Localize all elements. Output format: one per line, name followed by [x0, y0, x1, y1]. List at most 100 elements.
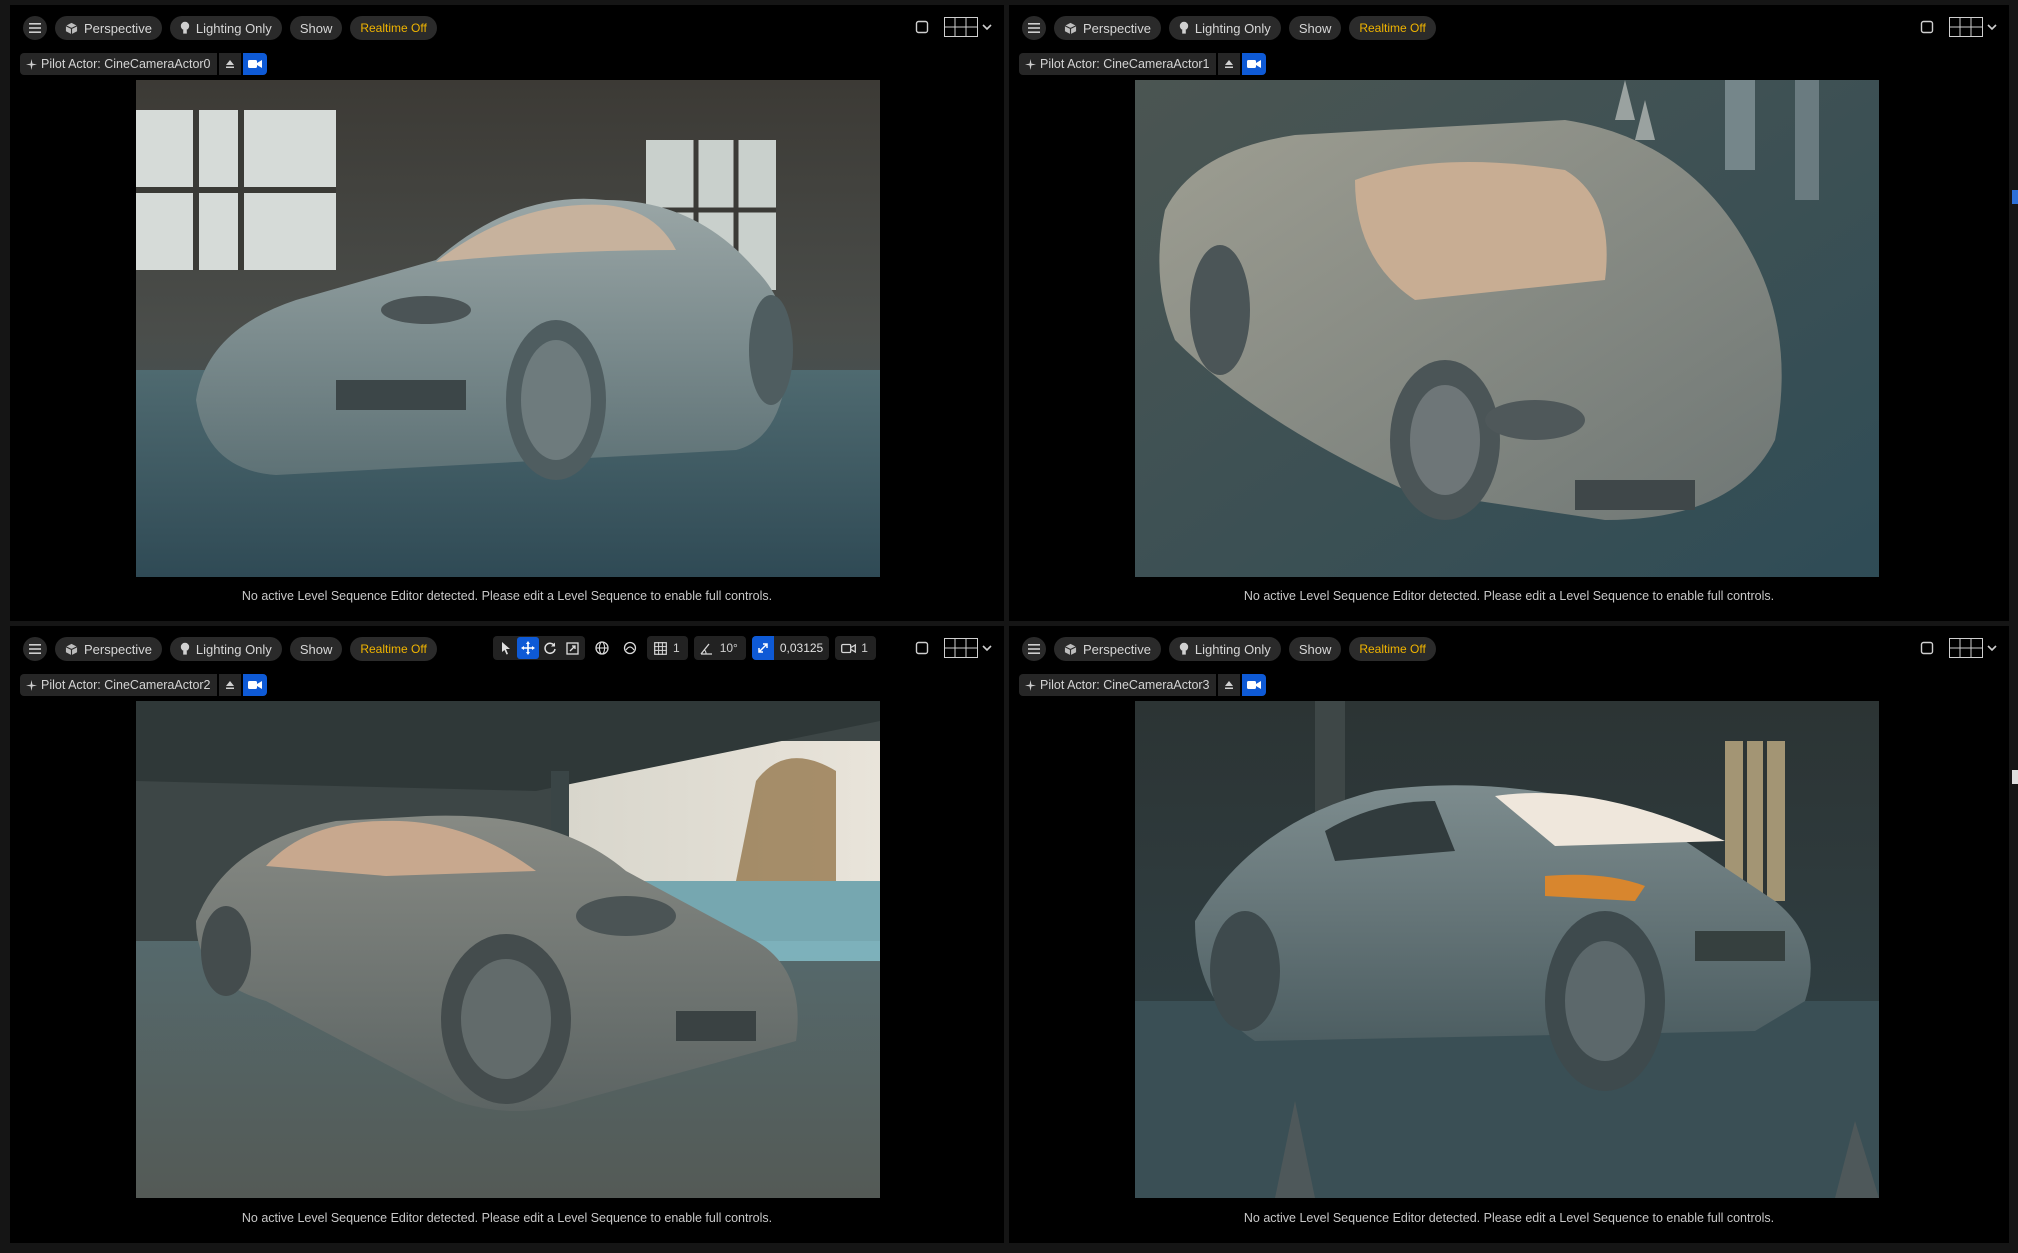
- surface-snap-button[interactable]: [619, 637, 641, 659]
- car-render-image: [136, 80, 880, 577]
- viewport-menu-button[interactable]: [1022, 16, 1046, 40]
- maximize-viewport-button[interactable]: [910, 636, 934, 660]
- eject-pilot-button[interactable]: [1217, 674, 1240, 696]
- maximize-viewport-button[interactable]: [1915, 15, 1939, 39]
- perspective-button[interactable]: Perspective: [55, 16, 162, 40]
- perspective-label: Perspective: [84, 641, 152, 657]
- viewport-bottom-left[interactable]: Perspective Lighting Only Show Realtime …: [10, 626, 1004, 1243]
- perspective-label: Perspective: [1083, 641, 1151, 657]
- realtime-toggle[interactable]: Realtime Off: [1349, 637, 1436, 661]
- viewport-toolbar: Perspective Lighting Only Show Realtime …: [1022, 636, 1436, 662]
- show-label: Show: [299, 20, 333, 36]
- scale-icon: [565, 641, 579, 655]
- eject-pilot-button[interactable]: [218, 53, 241, 75]
- maximize-viewport-button[interactable]: [910, 15, 934, 39]
- show-button[interactable]: Show: [289, 637, 343, 661]
- perspective-label: Perspective: [1083, 20, 1151, 36]
- camera-render-view[interactable]: [136, 701, 880, 1198]
- show-label: Show: [1298, 20, 1332, 36]
- viewport-menu-button[interactable]: [23, 637, 47, 661]
- translate-mode-button[interactable]: [517, 637, 539, 659]
- realtime-toggle[interactable]: Realtime Off: [1349, 16, 1436, 40]
- viewport-top-right[interactable]: Perspective Lighting Only Show Realtime …: [1009, 5, 2009, 621]
- car-render-image: [136, 701, 880, 1198]
- right-edge-marker: [2012, 190, 2018, 204]
- chevron-down-icon: [982, 24, 992, 31]
- perspective-label: Perspective: [84, 20, 152, 36]
- view-mode-label: Lighting Only: [195, 20, 272, 36]
- hamburger-menu-icon: [29, 23, 41, 33]
- viewport-toolbar: Perspective Lighting Only Show Realtime …: [23, 15, 437, 41]
- view-mode-button[interactable]: Lighting Only: [169, 16, 282, 40]
- realtime-label: Realtime Off: [360, 642, 427, 656]
- scale-mode-button[interactable]: [561, 637, 583, 659]
- scale-snap-control[interactable]: 0,03125: [751, 636, 830, 660]
- scale-snap-button[interactable]: [751, 636, 774, 660]
- pilot-camera-button[interactable]: [242, 674, 267, 696]
- show-button[interactable]: Show: [289, 16, 343, 40]
- camera-render-view[interactable]: [136, 80, 880, 577]
- show-button[interactable]: Show: [1288, 16, 1342, 40]
- camera-icon: [1246, 681, 1261, 689]
- lightbulb-icon: [180, 642, 190, 655]
- eject-pilot-button[interactable]: [218, 674, 241, 696]
- pilot-camera-button[interactable]: [242, 53, 267, 75]
- realtime-toggle[interactable]: Realtime Off: [350, 637, 437, 661]
- maximize-square-icon: [1920, 20, 1934, 34]
- world-local-toggle[interactable]: [591, 637, 613, 659]
- pilot-actor-text: Pilot Actor: CineCameraActor0: [41, 57, 211, 71]
- viewport-layout-button[interactable]: [1949, 638, 1997, 658]
- pilot-actor-label: Pilot Actor: CineCameraActor1: [1019, 53, 1216, 75]
- grid-snap-value[interactable]: 1: [671, 641, 686, 655]
- pilot-plane-icon: [26, 679, 37, 691]
- chevron-down-icon: [982, 645, 992, 652]
- eject-icon: [1224, 60, 1233, 68]
- select-mode-button[interactable]: [495, 637, 517, 659]
- realtime-label: Realtime Off: [360, 21, 427, 35]
- pilot-plane-icon: [1025, 58, 1036, 70]
- grid-snap-button[interactable]: [649, 637, 671, 659]
- perspective-button[interactable]: Perspective: [1054, 637, 1161, 661]
- maximize-viewport-button[interactable]: [1915, 636, 1939, 660]
- viewport-menu-button[interactable]: [23, 16, 47, 40]
- show-button[interactable]: Show: [1288, 637, 1342, 661]
- realtime-label: Realtime Off: [1359, 642, 1426, 656]
- rotate-mode-button[interactable]: [539, 637, 561, 659]
- rotation-snap-value[interactable]: 10°: [718, 641, 744, 655]
- viewport-top-left[interactable]: Perspective Lighting Only Show Realtime …: [10, 5, 1004, 621]
- perspective-button[interactable]: Perspective: [55, 637, 162, 661]
- pilot-actor-label: Pilot Actor: CineCameraActor0: [20, 53, 217, 75]
- viewport-layout-button[interactable]: [944, 17, 992, 37]
- camera-render-view[interactable]: [1135, 701, 1879, 1198]
- video-camera-icon: [840, 643, 856, 653]
- cube-icon: [65, 643, 78, 655]
- camera-icon: [247, 60, 262, 68]
- viewport-toolbar: Perspective Lighting Only Show Realtime …: [1022, 15, 1436, 41]
- chevron-down-icon: [1987, 24, 1997, 31]
- view-mode-button[interactable]: Lighting Only: [169, 637, 282, 661]
- view-mode-button[interactable]: Lighting Only: [1168, 637, 1281, 661]
- eject-pilot-button[interactable]: [1217, 53, 1240, 75]
- viewport-toolbar: Perspective Lighting Only Show Realtime …: [23, 636, 437, 662]
- viewport-layout-button[interactable]: [1949, 17, 1997, 37]
- camera-speed-value[interactable]: 1: [859, 641, 874, 655]
- view-mode-button[interactable]: Lighting Only: [1168, 16, 1281, 40]
- rotate-icon: [544, 642, 556, 655]
- rotation-snap-button[interactable]: [696, 637, 718, 659]
- scale-snap-value[interactable]: 0,03125: [774, 641, 829, 655]
- camera-render-view[interactable]: [1135, 80, 1879, 577]
- viewport-layout-button[interactable]: [944, 638, 992, 658]
- pilot-camera-button[interactable]: [1241, 674, 1266, 696]
- realtime-toggle[interactable]: Realtime Off: [350, 16, 437, 40]
- perspective-button[interactable]: Perspective: [1054, 16, 1161, 40]
- viewport-bottom-right[interactable]: Perspective Lighting Only Show Realtime …: [1009, 626, 2009, 1243]
- eject-icon: [225, 60, 234, 68]
- pilot-camera-button[interactable]: [1241, 53, 1266, 75]
- scale-arrow-icon: [758, 643, 768, 653]
- hamburger-menu-icon: [1028, 23, 1040, 33]
- transform-toolbar: 1 10° 0,03125 1: [493, 636, 876, 660]
- viewport-menu-button[interactable]: [1022, 637, 1046, 661]
- viewport-layout-grid-icon: [944, 638, 978, 658]
- camera-speed-button[interactable]: [837, 637, 859, 659]
- maximize-square-icon: [1920, 641, 1934, 655]
